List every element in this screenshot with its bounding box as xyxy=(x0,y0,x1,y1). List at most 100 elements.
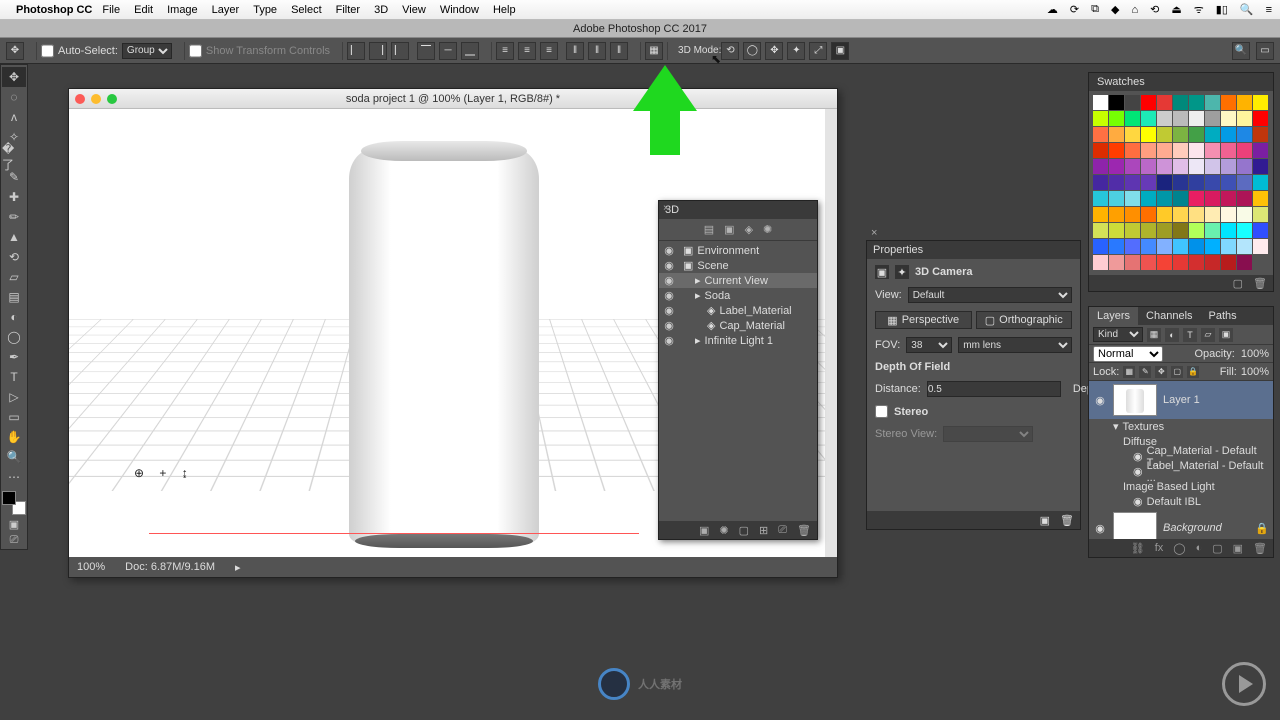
label-material-texture[interactable]: ◉Label_Material - Default ... xyxy=(1113,464,1273,479)
distribute-bottom-icon[interactable]: ≡ xyxy=(540,42,558,60)
filter-shape-icon[interactable]: ▱ xyxy=(1201,328,1215,342)
visibility-icon[interactable]: ◉ xyxy=(1133,495,1143,508)
swatch[interactable] xyxy=(1125,175,1140,190)
swatch[interactable] xyxy=(1093,111,1108,126)
swatch[interactable] xyxy=(1141,159,1156,174)
align-right-icon[interactable]: ⎸ xyxy=(391,42,409,60)
visibility-icon[interactable]: ◉ xyxy=(1093,394,1107,407)
swatch[interactable] xyxy=(1125,111,1140,126)
swatch[interactable] xyxy=(1125,95,1140,110)
3d-delete-icon[interactable]: 🗑 xyxy=(797,524,811,537)
swatch[interactable] xyxy=(1253,223,1268,238)
tab-paths[interactable]: Paths xyxy=(1201,307,1245,325)
menu-select[interactable]: Select xyxy=(291,4,322,16)
swatch[interactable] xyxy=(1157,223,1172,238)
new-layer-icon[interactable]: ▣ xyxy=(1233,542,1243,555)
swatch[interactable] xyxy=(1237,175,1252,190)
swatch[interactable] xyxy=(1109,239,1124,254)
move-tool-icon[interactable]: ✥ xyxy=(6,42,24,60)
color-swatch[interactable] xyxy=(2,491,26,515)
swatch[interactable] xyxy=(1141,191,1156,206)
swatch[interactable] xyxy=(1157,143,1172,158)
swatch[interactable] xyxy=(1205,143,1220,158)
swatch[interactable] xyxy=(1221,207,1236,222)
blend-mode-dropdown[interactable]: Normal xyxy=(1093,346,1163,362)
swatch[interactable] xyxy=(1141,207,1156,222)
filter-type-icon[interactable]: T xyxy=(1183,328,1197,342)
swatch[interactable] xyxy=(1189,143,1204,158)
swatch[interactable] xyxy=(1189,255,1204,270)
layer-thumbnail[interactable] xyxy=(1113,384,1157,416)
menu-window[interactable]: Window xyxy=(440,4,479,16)
properties-delete-icon[interactable]: 🗑 xyxy=(1060,514,1074,527)
swatch-delete-icon[interactable]: 🗑 xyxy=(1253,277,1267,290)
3d-rotate-icon[interactable]: ⟲ xyxy=(721,42,739,60)
swatch[interactable] xyxy=(1109,191,1124,206)
swatch[interactable] xyxy=(1205,111,1220,126)
swatch[interactable] xyxy=(1237,223,1252,238)
backup-icon[interactable]: ⟲ xyxy=(1150,3,1159,16)
swatch[interactable] xyxy=(1093,207,1108,222)
quick-mask[interactable]: ▣ xyxy=(5,517,23,531)
swatch[interactable] xyxy=(1237,191,1252,206)
swatch[interactable] xyxy=(1189,175,1204,190)
3d-node[interactable]: ◉◈Cap_Material xyxy=(659,318,817,333)
minimize-window-icon[interactable] xyxy=(91,94,101,104)
pen-tool[interactable]: ✒ xyxy=(2,347,26,367)
swatch[interactable] xyxy=(1109,111,1124,126)
swatch[interactable] xyxy=(1141,239,1156,254)
swatch[interactable] xyxy=(1237,95,1252,110)
lock-icon[interactable]: 🔒 xyxy=(1255,522,1269,535)
swatch[interactable] xyxy=(1237,127,1252,142)
swatch[interactable] xyxy=(1141,111,1156,126)
swatch[interactable] xyxy=(1189,127,1204,142)
align-vcenter-icon[interactable]: ─ xyxy=(439,42,457,60)
3d-node[interactable]: ◉▸Infinite Light 1 xyxy=(659,333,817,348)
swatch[interactable] xyxy=(1173,175,1188,190)
menu-file[interactable]: File xyxy=(102,4,120,16)
mask-icon[interactable]: ◯ xyxy=(1173,542,1185,555)
twirl-icon[interactable]: ▾ xyxy=(1113,420,1119,433)
sync-icon[interactable]: ⟳ xyxy=(1070,3,1079,16)
fx-icon[interactable]: fx xyxy=(1155,542,1164,554)
swatch[interactable] xyxy=(1093,223,1108,238)
group-icon[interactable]: ▢ xyxy=(1212,542,1222,555)
filter-pixel-icon[interactable]: ▦ xyxy=(1147,328,1161,342)
swatch[interactable] xyxy=(1125,143,1140,158)
screen-mode[interactable]: ⎚ xyxy=(5,533,23,547)
swatch[interactable] xyxy=(1157,255,1172,270)
swatch[interactable] xyxy=(1221,255,1236,270)
visibility-icon[interactable]: ◉ xyxy=(663,274,675,287)
swatch[interactable] xyxy=(1221,127,1236,142)
visibility-icon[interactable]: ◉ xyxy=(663,259,675,272)
filter-material-icon[interactable]: ◈ xyxy=(745,223,753,236)
distribute-top-icon[interactable]: ≡ xyxy=(496,42,514,60)
swatch[interactable] xyxy=(1125,223,1140,238)
panel-properties-close-icon[interactable]: × xyxy=(871,227,877,239)
3d-camera-icon[interactable]: ⎚ xyxy=(778,524,787,537)
swatch[interactable] xyxy=(1253,95,1268,110)
swatch[interactable] xyxy=(1173,191,1188,206)
history-brush-tool[interactable]: ⟲ xyxy=(2,247,26,267)
swatch[interactable] xyxy=(1205,223,1220,238)
dodge-tool[interactable]: ◯ xyxy=(2,327,26,347)
doc-size[interactable]: Doc: 6.87M/9.16M xyxy=(125,561,215,573)
swatch[interactable] xyxy=(1189,207,1204,222)
swatch[interactable] xyxy=(1253,207,1268,222)
auto-align-icon[interactable]: ▦ xyxy=(645,42,663,60)
swatch[interactable] xyxy=(1205,255,1220,270)
swatch[interactable] xyxy=(1221,191,1236,206)
swatch[interactable] xyxy=(1173,159,1188,174)
lock-transparency-icon[interactable]: ▦ xyxy=(1123,366,1135,378)
distribute-hcenter-icon[interactable]: ‖ xyxy=(588,42,606,60)
swatch[interactable] xyxy=(1237,239,1252,254)
default-ibl[interactable]: ◉Default IBL xyxy=(1113,494,1273,509)
3d-render-icon[interactable]: ▣ xyxy=(699,524,709,537)
opacity-value[interactable]: 100% xyxy=(1241,348,1269,360)
swatch[interactable] xyxy=(1093,143,1108,158)
swatch[interactable] xyxy=(1173,207,1188,222)
stamp-tool[interactable]: ▲ xyxy=(2,227,26,247)
swatch[interactable] xyxy=(1141,127,1156,142)
swatch[interactable] xyxy=(1237,159,1252,174)
lasso-tool[interactable]: ʌ xyxy=(2,107,26,127)
